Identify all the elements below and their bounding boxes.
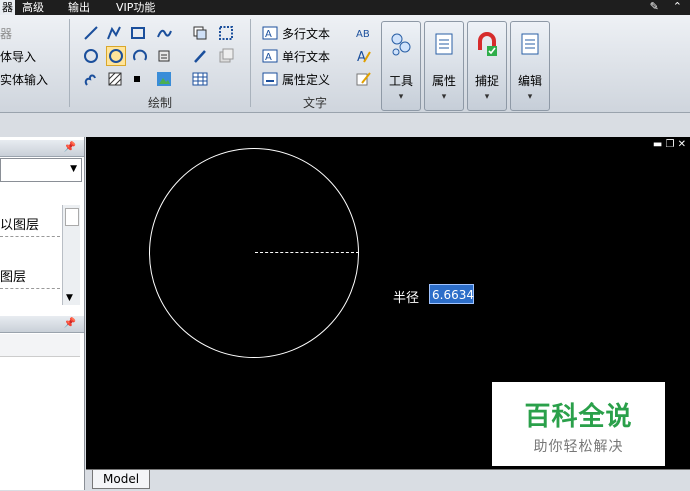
- ribbon-item-import[interactable]: 体导入: [0, 48, 36, 65]
- watermark-title: 百科全说: [524, 402, 633, 432]
- brush-icon[interactable]: [192, 48, 208, 64]
- tab-advanced[interactable]: 高级: [22, 0, 44, 15]
- edit-text-icon[interactable]: [355, 71, 371, 87]
- chevron-down-icon: ▾: [441, 92, 447, 102]
- rectangle-icon[interactable]: [130, 25, 146, 41]
- table-icon[interactable]: [192, 71, 208, 87]
- spline-icon[interactable]: [156, 25, 172, 41]
- svg-text:AB: AB: [356, 29, 370, 40]
- layer-item[interactable]: 以图层: [0, 214, 62, 233]
- viewport-window-controls[interactable]: ▬ ❐ ✕: [653, 139, 686, 150]
- line-icon[interactable]: [83, 25, 99, 41]
- layer-combo[interactable]: ▼: [0, 158, 82, 182]
- layer-item[interactable]: 图层: [0, 266, 62, 285]
- pin-icon[interactable]: 📌: [64, 318, 76, 329]
- chevron-down-icon: ▾: [527, 92, 533, 102]
- properties-button[interactable]: 属性 ▾: [424, 21, 464, 111]
- divider: [0, 288, 60, 289]
- mtext-button[interactable]: 多行文本: [282, 25, 330, 42]
- block-icon[interactable]: [156, 48, 172, 64]
- tab-vip[interactable]: VIP功能: [116, 0, 155, 15]
- group-label-text: 文字: [303, 96, 328, 110]
- ribbon: 器 体导入 实体输入 绘制 A 多行文本 A 单行文本 属性定义 AB A 文字…: [0, 15, 690, 113]
- ribbon-item-solid-input[interactable]: 实体输入: [0, 71, 48, 88]
- circle-selected-icon[interactable]: [106, 46, 126, 66]
- ribbon-gap: [0, 113, 690, 137]
- svg-text:A: A: [265, 52, 272, 63]
- image-icon[interactable]: [156, 71, 172, 87]
- mtext-icon[interactable]: A: [262, 25, 278, 41]
- arc-icon[interactable]: [132, 48, 148, 64]
- radius-rubberband-line: [255, 252, 359, 253]
- tabbar-right-controls: ✎ ⌃: [636, 0, 682, 13]
- chevron-down-icon[interactable]: ▼: [66, 293, 73, 303]
- hatch-icon[interactable]: [107, 71, 123, 87]
- properties-label: 属性: [431, 74, 456, 88]
- text-icon[interactable]: A: [262, 48, 278, 64]
- edit-doc-icon: [521, 33, 539, 55]
- point-icon[interactable]: [133, 75, 141, 83]
- tools-button[interactable]: 工具 ▾: [381, 21, 421, 111]
- edit-icon[interactable]: ✎: [650, 0, 659, 13]
- snap-button[interactable]: 捕捉 ▾: [467, 21, 507, 111]
- hatch-select-icon[interactable]: [218, 25, 234, 41]
- ribbon-item-a[interactable]: 器: [0, 25, 12, 42]
- radius-input[interactable]: 6.6634: [429, 284, 474, 304]
- tab-active[interactable]: 器: [0, 0, 15, 15]
- tab-output[interactable]: 输出: [68, 0, 90, 15]
- properties-row: [0, 334, 80, 357]
- group-label-draw: 绘制: [148, 96, 173, 110]
- circle-icon[interactable]: [83, 48, 99, 64]
- properties-icon: [435, 33, 453, 55]
- radius-label: 半径: [393, 291, 420, 306]
- separator: [69, 19, 70, 107]
- tools-icon: [391, 33, 411, 56]
- chevron-down-icon: ▾: [398, 92, 404, 102]
- separator: [250, 19, 251, 107]
- insert-icon[interactable]: [218, 48, 234, 64]
- text-button[interactable]: 单行文本: [282, 48, 330, 65]
- panel-header-bottom: 📌: [0, 316, 84, 333]
- snap-label: 捕捉: [474, 74, 499, 88]
- layer-scrollbar[interactable]: ▼: [62, 205, 80, 305]
- revision-cloud-icon[interactable]: [83, 71, 99, 87]
- panel-header-top: 📌: [0, 140, 84, 157]
- layer-panel: [0, 137, 85, 490]
- tools-label: 工具: [388, 74, 413, 88]
- tab-model[interactable]: Model: [92, 470, 151, 489]
- svg-text:A: A: [265, 29, 272, 40]
- edit-label: 编辑: [517, 74, 542, 88]
- minimize-ribbon-icon[interactable]: ⌃: [673, 0, 682, 13]
- attribute-define-icon[interactable]: [262, 71, 278, 87]
- text-style-icon[interactable]: A: [355, 48, 371, 64]
- drawn-circle: [149, 148, 359, 358]
- magnet-icon: [478, 32, 497, 56]
- copy-icon[interactable]: [192, 25, 208, 41]
- watermark: 百科全说 助你轻松解决: [492, 382, 665, 466]
- layout-tabs-bar: Model: [86, 469, 690, 491]
- watermark-subtitle: 助你轻松解决: [533, 439, 624, 455]
- scroll-thumb[interactable]: [65, 208, 79, 226]
- chevron-down-icon: ▾: [484, 92, 490, 102]
- ribbon-tabbar: 器 高级 输出 VIP功能 ✎ ⌃: [0, 0, 690, 15]
- edit-button[interactable]: 编辑 ▾: [510, 21, 550, 111]
- polyline-icon[interactable]: [106, 25, 122, 41]
- pin-icon[interactable]: 📌: [64, 142, 76, 153]
- divider: [0, 236, 60, 237]
- find-text-icon[interactable]: AB: [355, 25, 371, 41]
- chevron-down-icon: ▼: [70, 164, 77, 174]
- attribute-define-button[interactable]: 属性定义: [282, 71, 330, 88]
